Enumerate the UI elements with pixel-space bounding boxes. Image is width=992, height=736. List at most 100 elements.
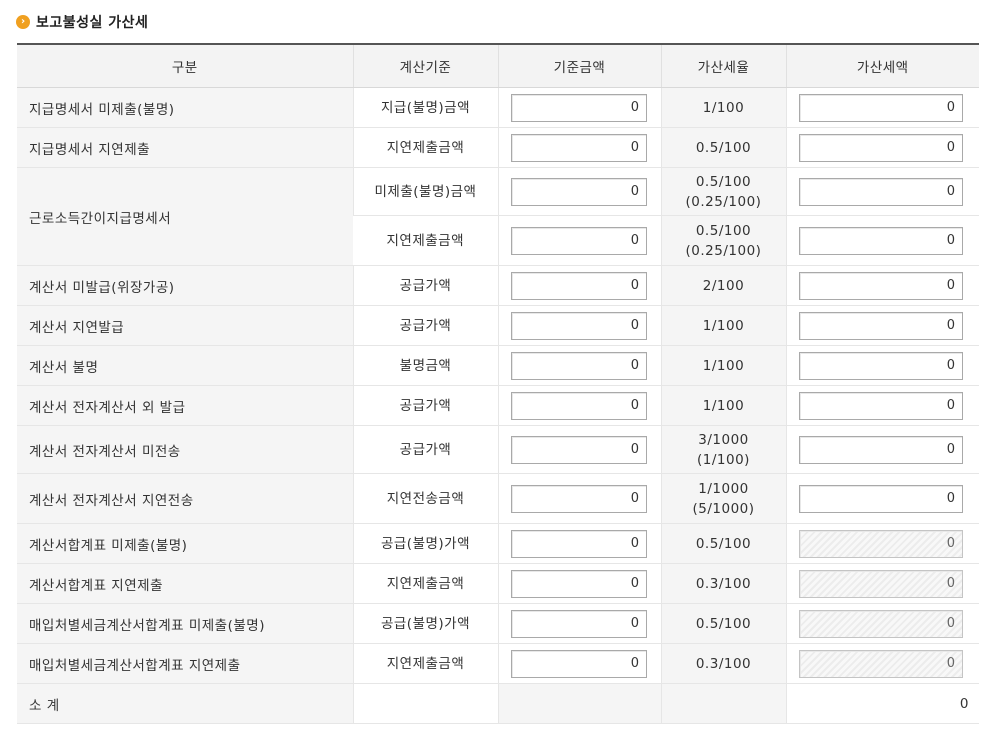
base-amount-input[interactable]: 0 [510, 133, 647, 162]
row-basis: 미제출(불명)금액 [352, 167, 498, 216]
tax-amount-cell: 0 [785, 425, 979, 474]
base-amount-input[interactable]: 0 [510, 177, 647, 206]
base-amount-input[interactable]: 0 [510, 311, 647, 340]
tax-amount-input[interactable]: 0 [798, 391, 963, 420]
table-row: 계산서 불명 불명금액 0 1/100 0 [17, 345, 979, 386]
tax-amount-cell: 0 [785, 523, 979, 564]
base-amount-input[interactable]: 0 [510, 226, 647, 255]
table-row: 계산서 전자계산서 지연전송 지연전송금액 0 1/1000 (5/1000) 0 [17, 473, 979, 524]
subtotal-basis-empty [352, 683, 498, 724]
base-amount-cell: 0 [497, 425, 661, 474]
tax-amount-input: 0 [798, 649, 963, 678]
row-basis: 공급(불명)가액 [352, 523, 498, 564]
base-amount-cell: 0 [497, 603, 661, 644]
row-label: 계산서 전자계산서 미전송 [17, 425, 353, 474]
row-rate: 0.5/100 [660, 127, 786, 168]
base-amount-input[interactable]: 0 [510, 649, 647, 678]
tax-amount-cell: 0 [785, 345, 979, 386]
subtotal-row: 소 계 0 [17, 683, 979, 724]
section-header: › 보고불성실 가산세 [16, 12, 148, 32]
tax-amount-cell: 0 [785, 265, 979, 306]
base-amount-cell: 0 [497, 87, 661, 128]
row-label: 계산서 전자계산서 지연전송 [17, 473, 353, 524]
base-amount-input[interactable]: 0 [510, 271, 647, 300]
table-row: 지급명세서 미제출(불명) 지급(불명)금액 0 1/100 0 [17, 87, 979, 128]
base-amount-input[interactable]: 0 [510, 484, 647, 513]
row-basis: 지연전송금액 [352, 473, 498, 524]
base-amount-input[interactable]: 0 [510, 391, 647, 420]
tax-amount-input[interactable]: 0 [798, 351, 963, 380]
row-basis: 지연제출금액 [353, 215, 498, 266]
row-basis: 지연제출금액 [352, 563, 498, 604]
base-amount-cell: 0 [497, 523, 661, 564]
tax-amount-input[interactable]: 0 [798, 93, 963, 122]
tax-amount-input[interactable]: 0 [798, 226, 963, 255]
tax-amount-cell: 0 [785, 87, 979, 128]
tax-amount-input[interactable]: 0 [798, 435, 963, 464]
row-label: 매입처별세금계산서합계표 지연제출 [17, 643, 353, 684]
row-rate: 2/100 [660, 265, 786, 306]
tax-amount-cell: 0 [785, 473, 979, 524]
table-row: 매입처별세금계산서합계표 미제출(불명) 공급(불명)가액 0 0.5/100 0 [17, 603, 979, 644]
row-rate: 1/100 [660, 305, 786, 346]
base-amount-input[interactable]: 0 [510, 569, 647, 598]
base-amount-input[interactable]: 0 [510, 609, 647, 638]
tax-amount-cell: 0 [785, 385, 979, 426]
base-amount-cell: 0 [497, 127, 661, 168]
row-basis: 공급가액 [352, 385, 498, 426]
table-row: 근로소득간이지급명세서 미제출(불명)금액 0 0.5/100 (0.25/100) 0 [17, 167, 979, 266]
tax-amount-input: 0 [798, 529, 963, 558]
tax-amount-input: 0 [798, 569, 963, 598]
row-basis: 공급가액 [352, 265, 498, 306]
subtotal-label: 소 계 [17, 683, 353, 724]
table-row: 계산서합계표 지연제출 지연제출금액 0 0.3/100 0 [17, 563, 979, 604]
table-row: 계산서 전자계산서 외 발급 공급가액 0 1/100 0 [17, 385, 979, 426]
row-label: 근로소득간이지급명세서 [17, 167, 353, 266]
table-header-row: 구분 계산기준 기준금액 가산세율 가산세액 [17, 43, 979, 88]
tax-amount-input[interactable]: 0 [798, 133, 963, 162]
row-rate: 0.3/100 [660, 643, 786, 684]
row-label: 계산서합계표 지연제출 [17, 563, 353, 604]
row-label: 지급명세서 지연제출 [17, 127, 353, 168]
tax-amount-cell: 0 [785, 127, 979, 168]
row-rate: 0.5/100 (0.25/100) [660, 215, 786, 266]
base-amount-cell: 0 [497, 215, 661, 266]
base-amount-input[interactable]: 0 [510, 529, 647, 558]
row-rate: 0.5/100 [660, 523, 786, 564]
tax-amount-cell: 0 [785, 215, 979, 266]
table-row: 계산서 전자계산서 미전송 공급가액 0 3/1000 (1/100) 0 [17, 425, 979, 474]
tax-amount-cell: 0 [785, 643, 979, 684]
tax-amount-input[interactable]: 0 [798, 271, 963, 300]
base-amount-input[interactable]: 0 [510, 435, 647, 464]
row-rate: 1/100 [660, 87, 786, 128]
base-amount-input[interactable]: 0 [510, 93, 647, 122]
base-amount-cell: 0 [497, 473, 661, 524]
table-row: 계산서 미발급(위장가공) 공급가액 0 2/100 0 [17, 265, 979, 306]
base-amount-cell: 0 [497, 345, 661, 386]
section-title: 보고불성실 가산세 [36, 15, 149, 31]
tax-amount-cell: 0 [785, 603, 979, 644]
header-category: 구분 [17, 43, 353, 88]
row-label: 계산서 불명 [17, 345, 353, 386]
header-basis: 계산기준 [352, 43, 498, 88]
table-row: 매입처별세금계산서합계표 지연제출 지연제출금액 0 0.3/100 0 [17, 643, 979, 684]
base-amount-cell: 0 [497, 643, 661, 684]
tax-amount-input[interactable]: 0 [798, 484, 963, 513]
row-basis: 공급가액 [352, 425, 498, 474]
row-label: 계산서 미발급(위장가공) [17, 265, 353, 306]
row-label: 계산서합계표 미제출(불명) [17, 523, 353, 564]
subtotal-value: 0 [785, 683, 979, 724]
base-amount-cell: 0 [497, 167, 661, 216]
row-rate: 1/100 [660, 345, 786, 386]
tax-amount-input[interactable]: 0 [798, 311, 963, 340]
row-basis: 공급(불명)가액 [352, 603, 498, 644]
tax-amount-input: 0 [798, 609, 963, 638]
header-tax-amount: 가산세액 [785, 43, 979, 88]
row-basis: 공급가액 [352, 305, 498, 346]
chevron-right-icon: › [16, 15, 30, 29]
base-amount-input[interactable]: 0 [510, 351, 647, 380]
row-basis: 지급(불명)금액 [352, 87, 498, 128]
row-label: 지급명세서 미제출(불명) [17, 87, 353, 128]
tax-amount-input[interactable]: 0 [798, 177, 963, 206]
table-row: 계산서 지연발급 공급가액 0 1/100 0 [17, 305, 979, 346]
